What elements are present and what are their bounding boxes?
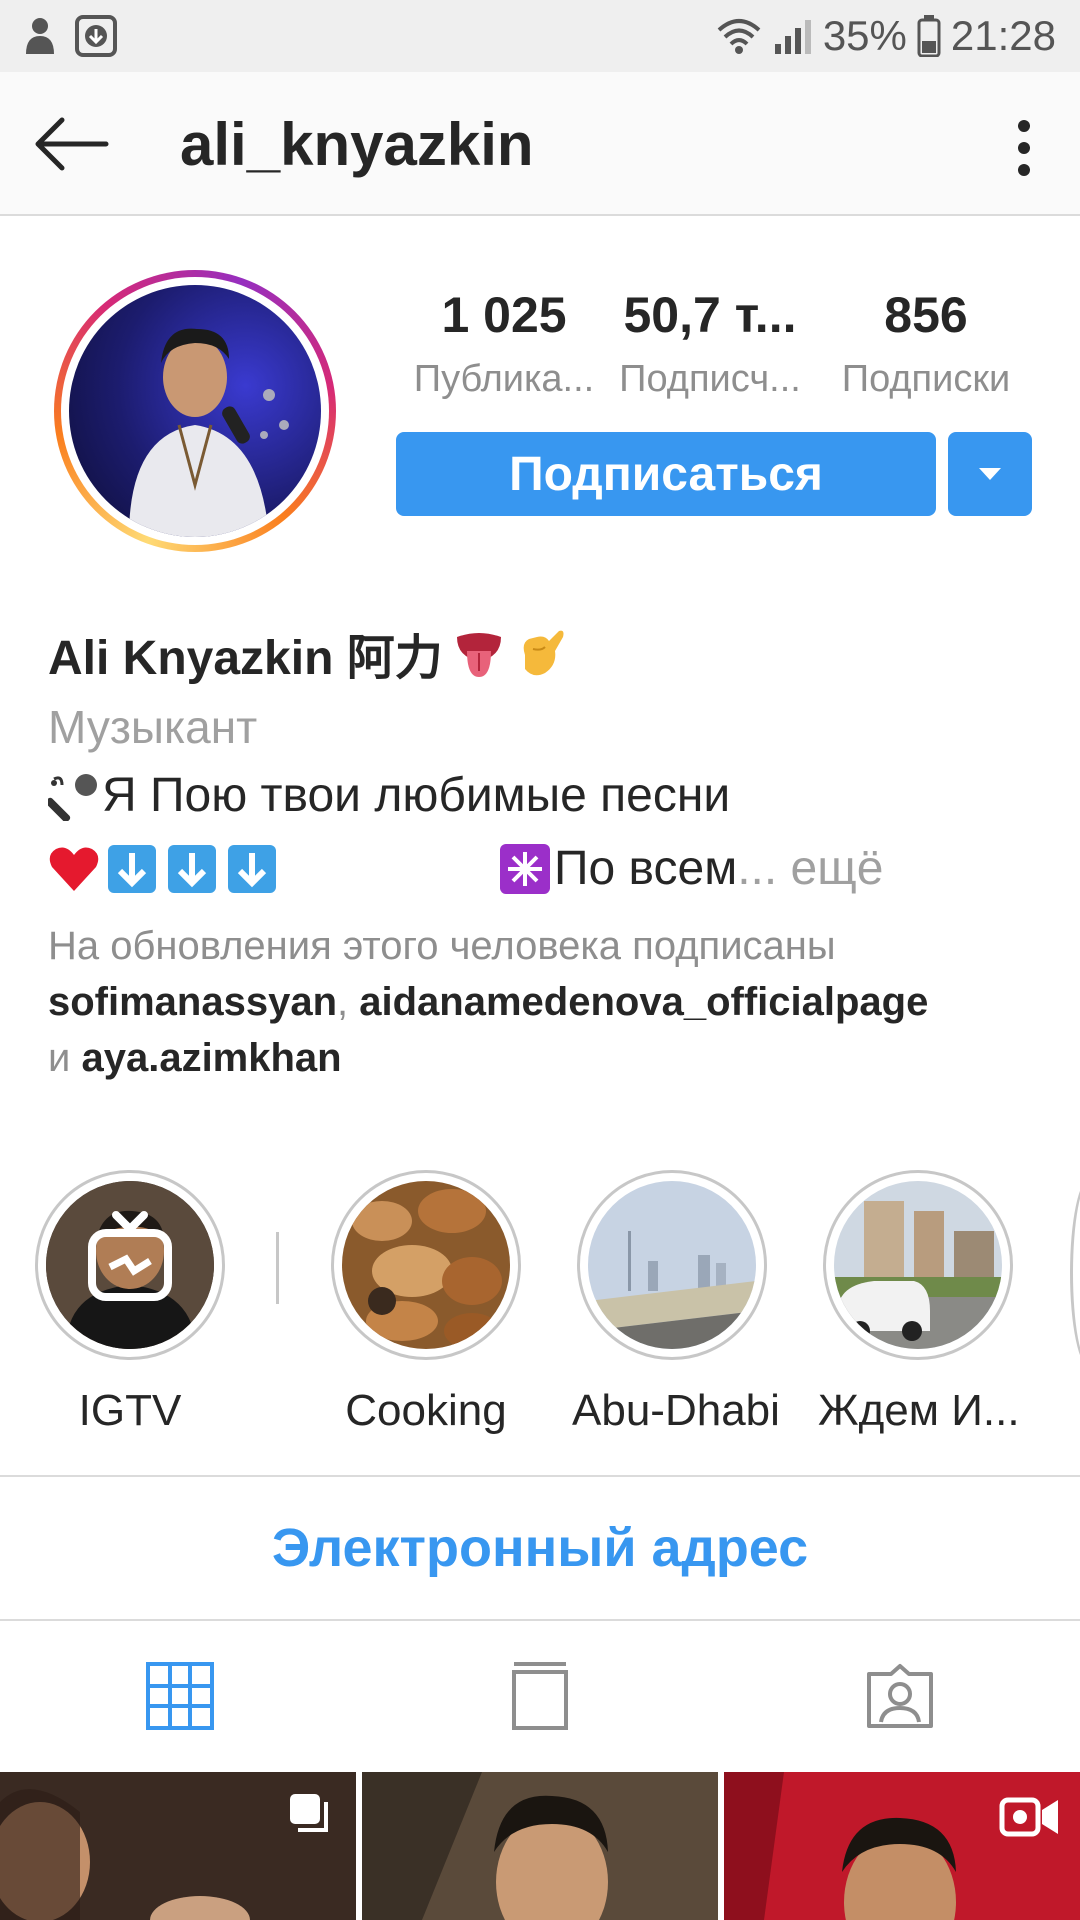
battery-icon [917,15,941,57]
highlight-abu-dhabi[interactable]: Abu-Dhabi [572,1170,780,1436]
email-contact-button[interactable]: Электронный адрес [0,1475,1080,1621]
followed-by-and: и [48,1036,82,1080]
full-name: Ali Knyazkin 阿力 [48,618,1048,688]
highlight-igtv-label: IGTV [78,1386,182,1435]
down-arrow-emoji-icon [108,844,156,893]
post-thumbnail[interactable] [0,1772,356,1920]
followed-by-separator: , [337,980,360,1024]
notification-icon [20,14,60,58]
followed-by-prefix: На обновления этого человека подписаны [48,924,836,968]
tagged-icon [867,1664,933,1728]
bio-line-1: Я Пою твои любимые песни [48,768,1048,823]
highlight-cooking[interactable]: Cooking [326,1170,526,1436]
feed-icon [512,1662,568,1730]
email-contact-label: Электронный адрес [271,1518,809,1578]
posts-grid [0,1772,1080,1920]
more-link[interactable]: ещё [777,841,884,896]
down-arrow-emoji-icon [228,844,276,893]
highlight-igtv[interactable]: IGTV [30,1170,230,1436]
highlight-cooking-photo [342,1181,510,1349]
bio-ellipsis: ... [737,842,778,895]
highlight-abu-dhabi-label: Abu-Dhabi [572,1386,780,1435]
status-bar: 35% 21:28 [0,0,1080,72]
highlight-divider [276,1232,279,1304]
stat-followers-value: 50,7 т... [623,287,797,343]
download-icon [74,14,118,58]
category-label: Музыкант [48,701,258,753]
stat-followers[interactable]: 50,7 т... Подписч... [610,286,810,401]
highlight-cooking-label: Cooking [345,1386,507,1435]
profile-tabs [0,1621,1080,1771]
chevron-down-icon [979,468,1001,480]
down-arrow-emoji-icon [168,844,216,893]
highlight-partial[interactable] [1070,1178,1080,1368]
battery-percent: 35% [822,12,907,59]
bio-line-2-text: По всем [554,842,738,895]
profile-photo [69,285,321,537]
post-thumbnail[interactable] [724,1772,1080,1920]
signal-icon [773,16,813,56]
bio-line-2: По всем ... ещё [48,841,1048,896]
tab-tagged[interactable] [720,1621,1080,1771]
followed-by-user-1[interactable]: sofimanassyan [48,980,337,1024]
stat-posts-label: Публика... [413,358,595,400]
bio-line-1-text: Я Пою твои любимые песни [102,769,731,822]
tab-grid[interactable] [0,1621,360,1771]
highlight-abu-dhabi-photo [588,1181,756,1349]
followed-by-user-2[interactable]: aidanamedenova_officialpage [359,980,928,1024]
sparkle-emoji-icon [500,843,550,894]
stat-followers-label: Подписч... [619,358,801,400]
followed-by-user-3[interactable]: aya.azimkhan [81,1036,341,1080]
back-arrow-icon[interactable] [34,116,110,172]
avatar[interactable] [54,270,336,552]
call-me-hand-emoji-icon [515,625,567,681]
suggestions-dropdown-button[interactable] [948,432,1032,516]
highlight-waiting[interactable]: Ждем И... [818,1170,1020,1436]
highlight-waiting-photo [834,1181,1002,1349]
stat-following[interactable]: 856 Подписки [826,286,1026,401]
highlight-igtv-photo [46,1181,214,1349]
stat-posts-value: 1 025 [441,287,567,343]
microphone-emoji-icon [48,771,102,821]
followed-by-text[interactable]: На обновления этого человека подписаны s… [48,918,1048,1086]
tongue-emoji-icon [453,627,505,679]
tab-feed[interactable] [360,1621,720,1771]
post-thumbnail[interactable] [362,1772,718,1920]
follow-button[interactable]: Подписаться [396,432,936,516]
red-heart-emoji-icon [48,845,100,893]
page-title: ali_knyazkin [180,111,534,178]
stat-following-value: 856 [884,287,968,343]
app-header: ali_knyazkin [0,72,1080,216]
clock: 21:28 [950,12,1056,59]
bio-section: Ali Knyazkin 阿力 Музыкант Я Пою твои люби… [48,618,1048,1086]
full-name-text: Ali Knyazkin 阿力 [48,632,443,685]
more-vert-icon[interactable] [1004,118,1044,178]
grid-icon [146,1662,214,1730]
stat-posts[interactable]: 1 025 Публика... [404,286,604,401]
wifi-icon [715,16,763,56]
stat-following-label: Подписки [841,358,1011,400]
highlight-waiting-label: Ждем И... [818,1386,1020,1435]
